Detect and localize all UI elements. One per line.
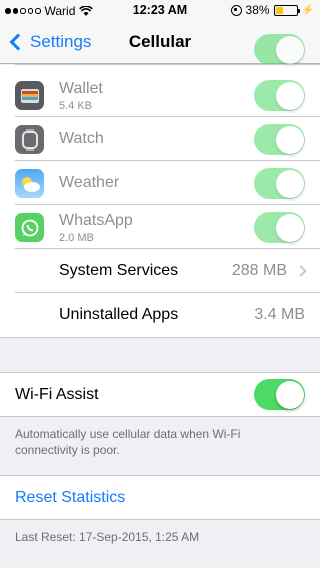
wifi-assist-label: Wi-Fi Assist <box>15 386 99 403</box>
list-item-partial <box>0 34 320 65</box>
watch-icon <box>15 125 44 154</box>
wallet-toggle[interactable] <box>254 80 305 111</box>
wallet-icon <box>15 81 44 110</box>
whatsapp-icon <box>15 213 44 242</box>
uninstalled-apps-row: Uninstalled Apps 3.4 MB <box>0 293 320 337</box>
app-name: Watch <box>59 130 104 147</box>
last-reset-text: Last Reset: 17-Sep-2015, 1:25 AM <box>15 530 200 544</box>
chevron-right-icon <box>295 265 307 277</box>
whatsapp-toggle[interactable] <box>254 212 305 243</box>
wifi-assist-row: Wi-Fi Assist <box>0 373 320 417</box>
divider <box>0 416 320 417</box>
list-item-whatsapp: WhatsApp 2.0 MB <box>0 205 320 249</box>
battery-icon <box>273 4 300 16</box>
list-item-watch: Watch <box>0 117 320 161</box>
weather-toggle[interactable] <box>254 168 305 199</box>
charging-bolt-icon: ⚡ <box>301 4 314 16</box>
uninstalled-apps-label: Uninstalled Apps <box>59 306 179 323</box>
rotation-lock-icon <box>230 4 242 16</box>
system-services-label: System Services <box>59 262 179 279</box>
reset-statistics-row: Reset Statistics <box>0 476 320 520</box>
system-services-value: 288 MB <box>231 262 287 279</box>
battery-percent: 38% <box>245 3 270 17</box>
divider <box>0 519 320 520</box>
app-data-size: 5.4 KB <box>59 100 93 112</box>
weather-icon <box>15 169 44 198</box>
wifi-assist-toggle[interactable] <box>254 379 305 410</box>
status-bar: Warid 12:23 AM 38% ⚡ <box>0 0 320 20</box>
reset-statistics-button[interactable]: Reset Statistics <box>15 489 125 507</box>
app-name: Weather <box>59 174 120 191</box>
app-list: Wallet 5.4 KB Watch Weather WhatsApp 2.0… <box>0 34 320 338</box>
app-data-size: 2.0 MB <box>59 232 94 244</box>
app-name: Wallet <box>59 80 103 97</box>
partial-toggle[interactable] <box>254 34 305 65</box>
app-name: WhatsApp <box>59 212 133 229</box>
system-services-row[interactable]: System Services 288 MB <box>0 249 320 293</box>
watch-toggle[interactable] <box>254 124 305 155</box>
list-item-wallet: Wallet 5.4 KB <box>0 73 320 117</box>
uninstalled-apps-value: 3.4 MB <box>254 306 305 323</box>
list-item-weather: Weather <box>0 161 320 205</box>
wifi-assist-description: Automatically use cellular data when Wi-… <box>15 427 241 457</box>
divider <box>0 337 320 338</box>
